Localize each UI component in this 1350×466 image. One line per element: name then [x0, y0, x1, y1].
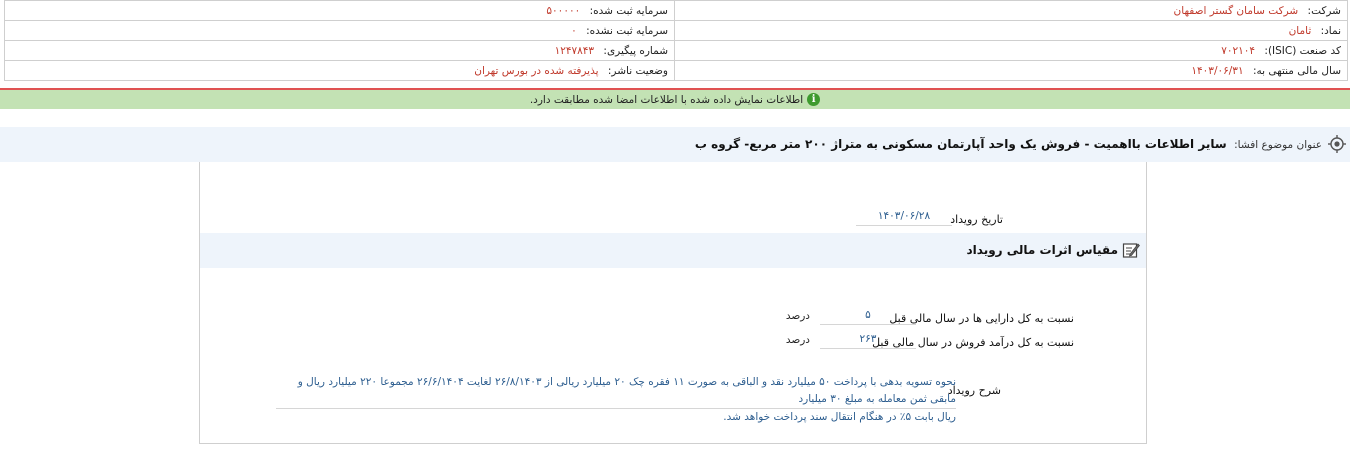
event-details-panel: تاریخ رویداد ۱۴۰۳/۰۶/۲۸ مقیاس اثرات مالی… [199, 162, 1147, 444]
publisher-status-value: پذیرفته شده در بورس تهران [474, 64, 599, 77]
isic-value: ۷۰۲۱۰۴ [1221, 44, 1256, 57]
ratio-assets-value: ۵ [820, 309, 916, 325]
event-description-value: نحوه تسویه بدهی با پرداخت ۵۰ میلیارد نقد… [276, 374, 956, 426]
company-value: شرکت سامان گستر اصفهان [1173, 4, 1299, 17]
info-cell-symbol: نماد: ثامان [674, 20, 1348, 41]
info-cell-unregistered-capital: سرمایه ثبت نشده: ۰ [4, 20, 675, 41]
publisher-status-label: وضعیت ناشر: [607, 64, 668, 77]
info-icon: i [807, 93, 821, 106]
notice-text: اطلاعات نمایش داده شده با اطلاعات امضا ش… [529, 93, 804, 106]
info-row: نماد: ثامان سرمایه ثبت نشده: ۰ [4, 20, 1348, 41]
tracking-number-label: شماره پیگیری: [603, 44, 668, 57]
info-row: کد صنعت (ISIC): ۷۰۲۱۰۴ شماره پیگیری: ۱۲۴… [4, 40, 1348, 61]
info-cell-fiscal-year: سال مالی منتهی به: ۱۴۰۳/۰۶/۳۱ [674, 60, 1348, 81]
subject-header: عنوان موضوع افشا: سایر اطلاعات بااهمیت -… [0, 127, 1350, 162]
info-cell-company: شرکت: شرکت سامان گستر اصفهان [674, 0, 1348, 21]
info-cell-publisher-status: وضعیت ناشر: پذیرفته شده در بورس تهران [4, 60, 675, 81]
event-date-value: ۱۴۰۳/۰۶/۲۸ [856, 210, 952, 226]
info-row: شرکت: شرکت سامان گستر اصفهان سرمایه ثبت … [4, 0, 1348, 21]
subject-text: عنوان موضوع افشا: سایر اطلاعات بااهمیت -… [695, 137, 1322, 151]
verification-notice: i اطلاعات نمایش داده شده با اطلاعات امضا… [0, 90, 1350, 109]
description-line: ریال بابت ۵٪ در هنگام انتقال سند پرداخت … [723, 411, 956, 423]
info-row: سال مالی منتهی به: ۱۴۰۳/۰۶/۳۱ وضعیت ناشر… [4, 60, 1348, 81]
info-cell-tracking-number: شماره پیگیری: ۱۲۴۷۸۴۳ [4, 40, 675, 61]
edit-note-icon [1122, 243, 1140, 258]
ratio-sales-value: ۲۶۳ [820, 333, 916, 349]
tracking-number-value: ۱۲۴۷۸۴۳ [554, 44, 595, 57]
ratio-assets-unit: درصد [785, 310, 810, 322]
company-info-table: شرکت: شرکت سامان گستر اصفهان سرمایه ثبت … [4, 0, 1348, 81]
fiscal-year-value: ۱۴۰۳/۰۶/۳۱ [1191, 64, 1244, 77]
event-date-label: تاریخ رویداد [950, 213, 1003, 226]
ratio-assets-label: نسبت به کل دارایی ها در سال مالی قبل [889, 312, 1074, 325]
subject-title: سایر اطلاعات بااهمیت - فروش یک واحد آپار… [694, 137, 1227, 151]
isic-label: کد صنعت (ISIC): [1264, 44, 1341, 57]
symbol-value: ثامان [1288, 24, 1312, 37]
info-cell-registered-capital: سرمایه ثبت شده: ۵۰۰۰۰۰ [4, 0, 675, 21]
company-label: شرکت: [1307, 4, 1341, 17]
ratio-sales-unit: درصد [785, 334, 810, 346]
section-title: مقیاس اثرات مالی رویداد [966, 243, 1118, 257]
info-cell-isic: کد صنعت (ISIC): ۷۰۲۱۰۴ [674, 40, 1348, 61]
target-icon [1328, 135, 1346, 153]
registered-capital-value: ۵۰۰۰۰۰ [546, 4, 581, 17]
financial-effects-section: مقیاس اثرات مالی رویداد [200, 233, 1146, 268]
fiscal-year-label: سال مالی منتهی به: [1252, 64, 1341, 77]
symbol-label: نماد: [1320, 24, 1341, 37]
description-line: نحوه تسویه بدهی با پرداخت ۵۰ میلیارد نقد… [276, 374, 956, 409]
unregistered-capital-label: سرمایه ثبت نشده: [586, 24, 668, 37]
unregistered-capital-value: ۰ [571, 24, 577, 37]
registered-capital-label: سرمایه ثبت شده: [589, 4, 668, 17]
subject-label: عنوان موضوع افشا: [1234, 139, 1322, 151]
